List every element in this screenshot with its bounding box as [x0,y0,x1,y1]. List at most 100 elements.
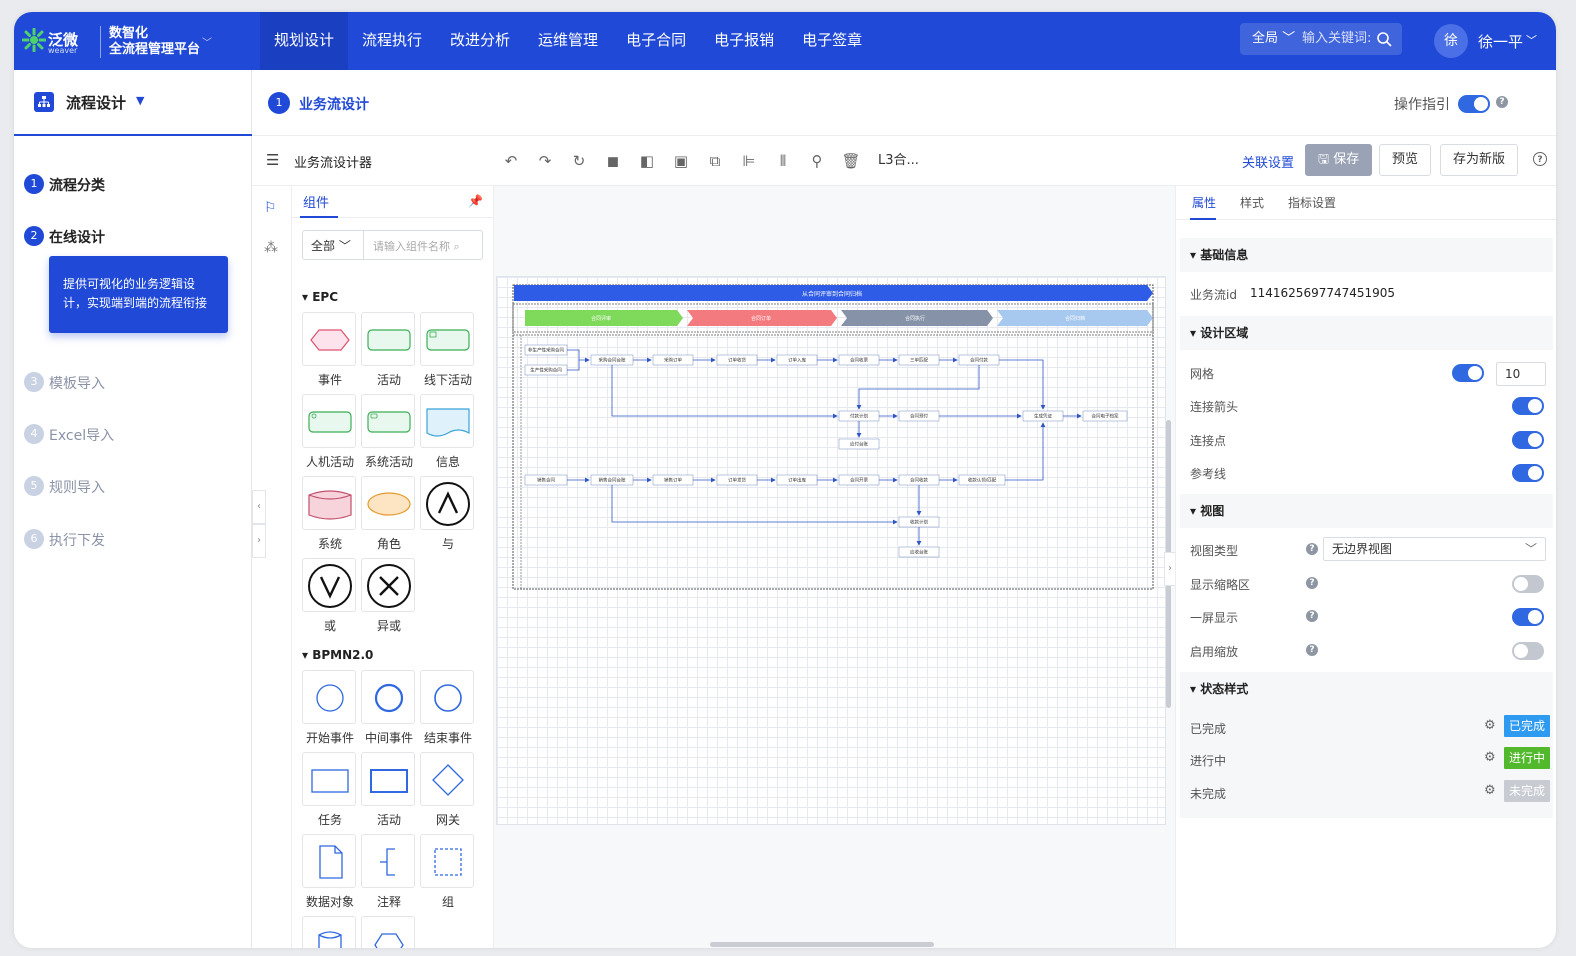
palette-item-role[interactable]: 角色 [361,476,417,552]
gear-icon[interactable]: ⚙ [1484,783,1496,798]
palette-item-or[interactable]: 或 [302,558,358,634]
save-button[interactable]: 🖫 保存 [1305,144,1373,176]
global-search[interactable]: 全局 ﹀ 输入关键词: [1240,23,1402,55]
palette-item-event[interactable]: 事件 [302,312,358,388]
grid-size-input[interactable]: 10 [1496,362,1546,386]
help-icon[interactable]: ? [1496,96,1508,108]
chevron-down-icon[interactable]: ﹀ [202,34,212,49]
platform-switcher[interactable]: 数智化 全流程管理平台 [100,26,200,58]
search-scope[interactable]: 全局 ﹀ [1252,23,1295,55]
username[interactable]: 徐一平 [1478,31,1523,52]
send-back-icon[interactable]: ◧ [636,150,658,172]
gear-icon[interactable]: ⚙ [1484,718,1496,733]
palette-item-offline-activity[interactable]: 线下活动 [420,312,476,388]
components-icon[interactable]: ⚐ [264,200,277,216]
shapes-icon[interactable]: ⁂ [264,240,278,256]
template-name[interactable]: L3合... [878,150,919,172]
palette-item-information[interactable]: 信息 [420,394,476,470]
horizontal-scrollbar[interactable] [710,942,934,947]
align-center-icon[interactable]: ⫴ [772,150,794,172]
align-left-icon[interactable]: ⊫ [738,150,760,172]
palette-item-hexagon[interactable] [361,916,417,948]
tab-metrics[interactable]: 指标设置 [1288,194,1336,211]
tab-attributes[interactable]: 属性 [1192,194,1216,211]
palette-item-datastore[interactable] [302,916,358,948]
format-painter-icon[interactable]: ⚲ [806,150,828,172]
help-icon[interactable]: ? [1306,543,1318,555]
state-done-badge[interactable]: 已完成 [1504,715,1550,737]
nav-item-planning[interactable]: 规划设计 [260,12,349,70]
save-new-version-button[interactable]: 存为新版 [1440,144,1519,176]
palette-item-annotation[interactable]: 注释 [361,834,417,910]
section-state-style[interactable]: ▾ 状态样式 [1180,672,1553,706]
palette-item-xor[interactable]: 异或 [361,558,417,634]
tab-style[interactable]: 样式 [1240,194,1264,211]
expand-left-icon[interactable]: › [252,524,266,558]
help-icon[interactable]: ? [1533,152,1547,166]
canvas-grid[interactable]: 从合同评审到合同归档 合同评审 合同订单 合同执行 合同归档 非生产性采购合同 [496,276,1166,825]
nav-item-contract[interactable]: 电子合同 [612,12,700,70]
flow-diagram[interactable]: 从合同评审到合同归档 合同评审 合同订单 合同执行 合同归档 非生产性采购合同 [497,277,1167,826]
connect-point-toggle[interactable] [1512,431,1544,449]
section-design-area[interactable]: ▾ 设计区域 [1180,316,1553,350]
palette-item-task[interactable]: 任务 [302,752,358,828]
avatar[interactable]: 徐 [1434,24,1468,58]
redo-icon[interactable]: ↷ [534,150,556,172]
section-view[interactable]: ▾ 视图 [1180,494,1553,528]
gear-icon[interactable]: ⚙ [1484,750,1496,765]
state-doing-badge[interactable]: 进行中 [1504,747,1550,769]
relation-settings-link[interactable]: 关联设置 [1242,152,1294,171]
connect-arrow-toggle[interactable] [1512,397,1544,415]
chevron-down-icon[interactable]: ﹀ [1526,32,1537,48]
state-todo-badge[interactable]: 未完成 [1504,780,1550,802]
undo-icon[interactable]: ↶ [500,150,522,172]
palette-item-group[interactable]: 组 [420,834,476,910]
palette-item-bpmn-activity[interactable]: 活动 [361,752,417,828]
minimap-toggle[interactable] [1512,575,1544,593]
grid-toggle[interactable] [1452,364,1484,382]
section-bpmn[interactable]: ▾ BPMN2.0 [302,648,373,662]
search-icon[interactable] [1376,31,1392,47]
nav-item-ops[interactable]: 运维管理 [524,12,612,70]
category-select[interactable]: 全部 ﹀ [311,237,351,254]
view-type-select[interactable]: 无边界视图 ﹀ [1323,537,1546,561]
palette-item-data-object[interactable]: 数据对象 [302,834,358,910]
nav-item-analysis[interactable]: 改进分析 [436,12,524,70]
one-screen-toggle[interactable] [1512,608,1544,626]
palette-item-human-activity[interactable]: 人机活动 [302,394,358,470]
help-icon[interactable]: ? [1306,577,1318,589]
preview-button[interactable]: 预览 [1379,144,1432,176]
sidebar-header[interactable]: 流程设计 ▼ [14,70,252,136]
section-epc[interactable]: ▾ EPC [302,290,338,304]
nav-item-expense[interactable]: 电子报销 [700,12,788,70]
zoom-toggle[interactable] [1512,642,1544,660]
delete-icon[interactable]: 🗑 [840,150,862,172]
component-search-input[interactable]: 请输入组件名称 ⌕ [373,238,460,254]
ungroup-icon[interactable]: ⧉ [704,150,726,172]
palette-tab[interactable]: 组件 [303,192,329,211]
palette-item-gateway[interactable]: 网关 [420,752,476,828]
palette-item-intermediate-event[interactable]: 中间事件 [361,670,417,746]
search-input[interactable]: 输入关键词: [1302,23,1371,55]
nav-item-signature[interactable]: 电子签章 [788,12,876,70]
refresh-icon[interactable]: ↻ [568,150,590,172]
help-icon[interactable]: ? [1306,644,1318,656]
reference-line-toggle[interactable] [1512,464,1544,482]
caret-down-icon[interactable]: ▼ [136,94,144,107]
bring-front-icon[interactable]: ◼ [602,150,624,172]
nav-item-execution[interactable]: 流程执行 [348,12,436,70]
palette-item-and[interactable]: 与 [420,476,476,552]
palette-item-start-event[interactable]: 开始事件 [302,670,358,746]
palette-item-system[interactable]: 系统 [302,476,358,552]
menu-icon[interactable]: ☰ [266,151,279,169]
section-basic[interactable]: ▾ 基础信息 [1180,238,1553,272]
palette-item-system-activity[interactable]: 系统活动 [361,394,417,470]
collapse-left-icon[interactable]: ‹ [252,490,266,524]
pin-icon[interactable]: 📌 [468,194,483,208]
group-icon[interactable]: ▣ [670,150,692,172]
palette-item-end-event[interactable]: 结束事件 [420,670,476,746]
palette-item-activity[interactable]: 活动 [361,312,417,388]
design-canvas[interactable]: 从合同评审到合同归档 合同评审 合同订单 合同执行 合同归档 非生产性采购合同 [494,186,1175,948]
guide-toggle[interactable] [1458,95,1490,113]
help-icon[interactable]: ? [1306,610,1318,622]
